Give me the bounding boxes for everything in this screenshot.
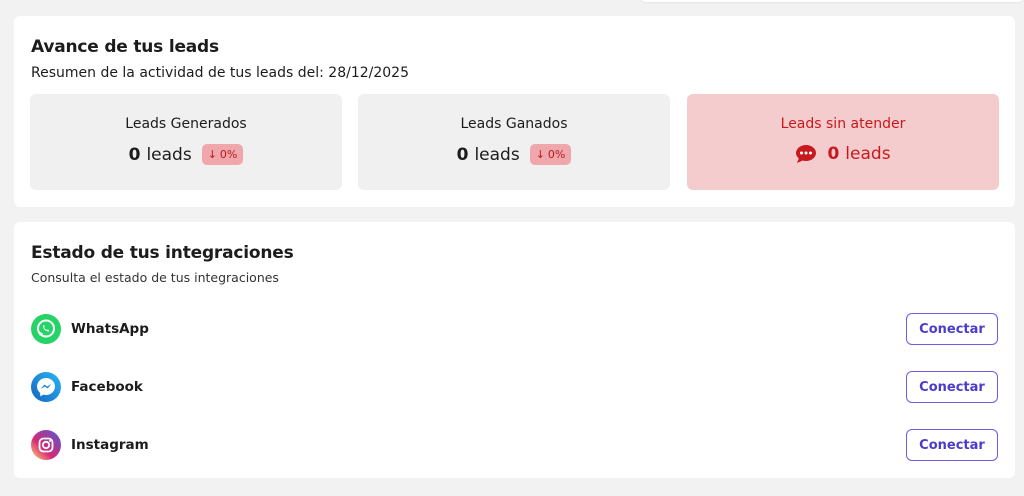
integration-row-whatsapp: WhatsApp Conectar: [31, 312, 998, 346]
stat-leads-sin-atender[interactable]: Leads sin atender 0 leads: [687, 94, 999, 190]
stat-unit: leads: [474, 144, 520, 165]
integration-row-facebook: Facebook Conectar: [31, 370, 998, 404]
stat-value-row: 0 leads ↓ 0%: [358, 144, 670, 165]
leads-card-subtitle: Resumen de la actividad de tus leads del…: [31, 65, 409, 81]
whatsapp-icon: [31, 314, 61, 344]
chat-bubble-icon: [796, 145, 817, 163]
messenger-icon: [31, 372, 61, 402]
connect-whatsapp-button[interactable]: Conectar: [906, 313, 998, 345]
integration-row-instagram: Instagram Conectar: [31, 428, 998, 462]
connect-facebook-button[interactable]: Conectar: [906, 371, 998, 403]
stat-label: Leads sin atender: [780, 116, 906, 132]
stat-leads-generados: Leads Generados 0 leads ↓ 0%: [30, 94, 342, 190]
change-value: 0%: [219, 148, 238, 161]
stat-unit: leads: [845, 144, 891, 164]
top-panel-edge: [640, 0, 1024, 2]
connect-instagram-button[interactable]: Conectar: [906, 429, 998, 461]
stat-count: 0: [128, 144, 141, 165]
integration-name: WhatsApp: [71, 321, 149, 337]
stat-label: Leads Generados: [125, 116, 247, 132]
integrations-card-subtitle: Consulta el estado de tus integraciones: [31, 270, 279, 285]
integration-name: Facebook: [71, 379, 143, 395]
leads-card-title: Avance de tus leads: [31, 37, 219, 57]
change-badge: ↓ 0%: [529, 144, 572, 165]
arrow-down-icon: ↓: [535, 148, 545, 161]
stat-value-row: 0 leads ↓ 0%: [30, 144, 342, 165]
arrow-down-icon: ↓: [207, 148, 217, 161]
stat-label: Leads Ganados: [460, 116, 568, 132]
stat-count: 0: [456, 144, 469, 165]
integration-name: Instagram: [71, 437, 149, 453]
instagram-icon: [31, 430, 61, 460]
integrations-card-title: Estado de tus integraciones: [31, 243, 294, 263]
integrations-card: Estado de tus integraciones Consulta el …: [14, 222, 1015, 478]
stat-value-row: 0 leads: [687, 144, 999, 164]
leads-progress-card: Avance de tus leads Resumen de la activi…: [14, 16, 1015, 207]
stat-leads-ganados: Leads Ganados 0 leads ↓ 0%: [358, 94, 670, 190]
stat-count: 0: [827, 144, 840, 164]
change-value: 0%: [547, 148, 566, 161]
change-badge: ↓ 0%: [201, 144, 244, 165]
stat-unit: leads: [146, 144, 192, 165]
